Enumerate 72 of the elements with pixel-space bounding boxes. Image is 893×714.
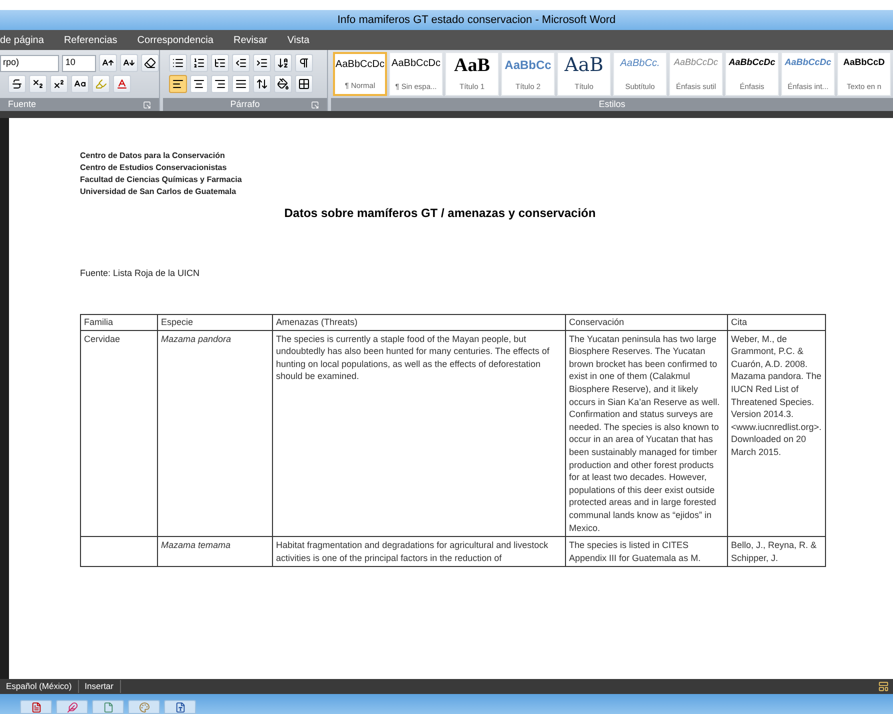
align-button[interactable] [211,75,229,93]
shrink-font-icon[interactable] [120,54,138,72]
table-cell: The Yucatan peninsula has two large Biosphere Reserves. The Yucatan brown brocket has been confirmed to exist in one of them (Calakmul Biosphere Reserve), and it likely occurs in Sian Ka’an Reserve as well. Confirmation and status surveys are needed. The species is also known to occur in an area of Yucatan that has been sustainably managed for timber production and other forest products for at least two decades. However, populations of this deer exist outside protected areas and in large forested communal lands know as “ejidos” in Mexico. [566,330,728,537]
header-line: Facultad de Ciencias Químicas y Farmacia [80,174,243,186]
eraser-icon[interactable] [141,54,159,72]
header-line: Centro de Estudios Conservacionistas [80,162,228,174]
font-color-icon[interactable] [113,75,131,93]
table-cell: Bello, J., Reyna, R. & Schipper, J. [728,536,826,567]
table-cell: Mazama pandora [158,330,272,537]
superscript-icon[interactable] [50,75,68,93]
header-line: Centro de Datos para la Conservación [80,150,226,162]
align-button[interactable] [232,75,250,93]
source-line: Fuente: Lista Roja de la UICN [80,268,200,278]
taskbar-button[interactable] [56,700,88,714]
taskbar-button[interactable] [164,700,196,714]
font-size-field[interactable]: 10 [62,54,96,72]
sort-icon[interactable] [274,54,292,72]
group-label: Fuente [8,98,36,111]
table-cell: The species is currently a staple food of the Mayan people, but undoubtedly has also been hunted for many centuries. The effects of hunting on local populations, as well as the effects of deforestation should be examined. [272,330,566,537]
align-icon [235,78,247,90]
pilcrow-icon[interactable] [295,54,313,72]
table-cell: The species is listed in CITES Appendix III for Guatemala as M. [566,536,728,567]
change-case-icon[interactable] [71,75,89,93]
group-label: Párrafo [230,98,260,111]
header-line: Universidad de San Carlos de Guatemala [80,186,238,198]
taskbar-button[interactable] [128,700,160,714]
column-header: Familia [80,314,158,330]
taskbar-button[interactable] [92,700,124,714]
column-header: Cita [728,314,826,330]
font-name-field[interactable]: rpo) [0,54,60,72]
table-cell: Cervidae [80,330,158,537]
table-cell: Mazama temama [158,536,272,567]
multilevel-list-icon[interactable] [211,54,229,72]
group-label: Estilos [598,98,626,111]
dialog-launcher-icon[interactable] [143,100,151,108]
subscript-icon[interactable] [29,75,47,93]
ribbon-tab[interactable]: Correspondencia [137,32,214,48]
borders-icon[interactable] [295,75,313,93]
column-header: Conservación [566,314,728,330]
taskbar-button[interactable] [20,700,52,714]
table-cell: Weber, M., de Grammont, P.C. & Cuarón, A.D. 2008. Mazama pandora. The IUCN Red List of Threatened Species. Version 2014.3. <www.iucnredlist.org>. Downloaded on 20 March 2015. [728,330,826,537]
status-item: Español (México) [0,680,79,693]
dialog-launcher-icon[interactable] [310,100,319,108]
table-cell: Habitat fragmentation and degradations for agricultural and livestock activities is one of the principal factors in the reduction of [272,536,566,567]
align-icon [172,78,184,90]
ribbon-tab[interactable]: Vista [287,32,310,48]
print-layout-icon[interactable] [878,681,889,692]
feather-icon [66,702,78,712]
decrease-indent-icon[interactable] [232,54,250,72]
word-document-icon [174,702,186,712]
align-icon [193,78,205,90]
ribbon-tab[interactable]: Revisar [233,32,268,48]
palette-icon [138,702,150,712]
paint-bucket-icon[interactable] [274,75,292,93]
ribbon-tab[interactable]: Referencias [64,32,118,48]
column-header: Amenazas (Threats) [272,314,566,330]
document-title: Datos sobre mamíferos GT / amenazas y conservación [284,205,596,222]
ribbon-tab[interactable]: de página [0,32,44,48]
document-icon [30,702,42,712]
grow-font-icon[interactable] [99,54,117,72]
bullet-list-icon[interactable] [169,54,187,72]
window-title: Info mamiferos GT estado conservacion - Microsoft Word [337,12,616,28]
status-item: Insertar [78,680,120,693]
numbered-list-icon[interactable] [190,54,208,72]
column-header: Especie [158,314,272,330]
align-button[interactable] [169,75,187,93]
align-button[interactable] [190,75,208,93]
strikethrough-icon[interactable] [8,75,26,93]
increase-indent-icon[interactable] [253,54,271,72]
line-spacing-icon[interactable] [253,75,271,93]
file-icon [102,702,114,712]
align-icon [214,78,226,90]
